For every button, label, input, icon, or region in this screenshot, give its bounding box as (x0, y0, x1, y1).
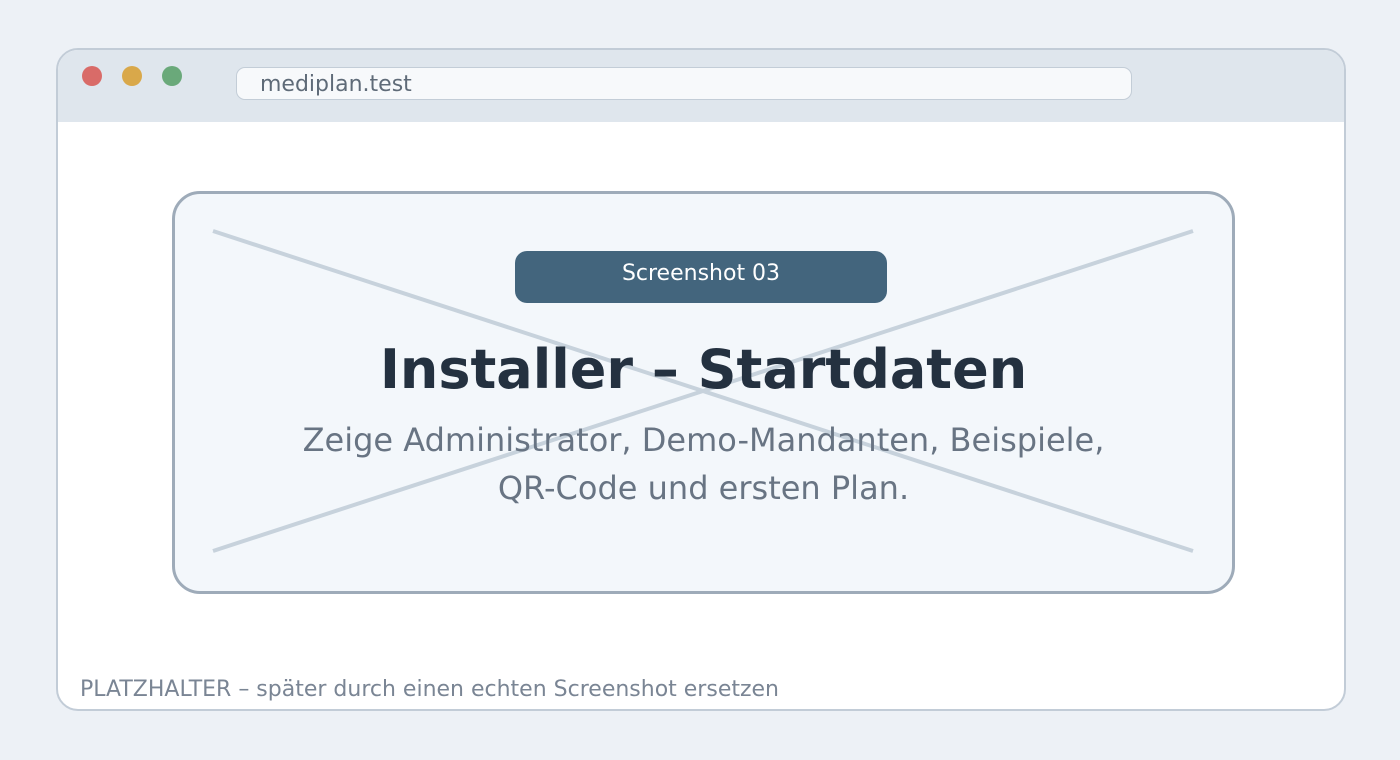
placeholder-title: Installer – Startdaten (379, 338, 1028, 401)
window-minimize-button[interactable] (122, 66, 142, 86)
window-zoom-button[interactable] (162, 66, 182, 86)
screenshot-placeholder-card: Screenshot 03 Installer – Startdaten Zei… (172, 191, 1235, 594)
browser-title-bar: mediplan.test (58, 50, 1344, 122)
description-line-2: QR-Code und ersten Plan. (497, 469, 910, 507)
placeholder-description: Zeige Administrator, Demo-Mandanten, Bei… (175, 416, 1232, 512)
placeholder-footer-note: PLATZHALTER – später durch einen echten … (80, 677, 780, 702)
address-bar[interactable]: mediplan.test (236, 67, 1132, 100)
description-line-1: Zeige Administrator, Demo-Mandanten, Bei… (302, 421, 1105, 459)
screenshot-number-badge: Screenshot 03 (515, 251, 887, 303)
browser-window: mediplan.test Screenshot 03 Installer – … (56, 48, 1346, 711)
window-close-button[interactable] (82, 66, 102, 86)
